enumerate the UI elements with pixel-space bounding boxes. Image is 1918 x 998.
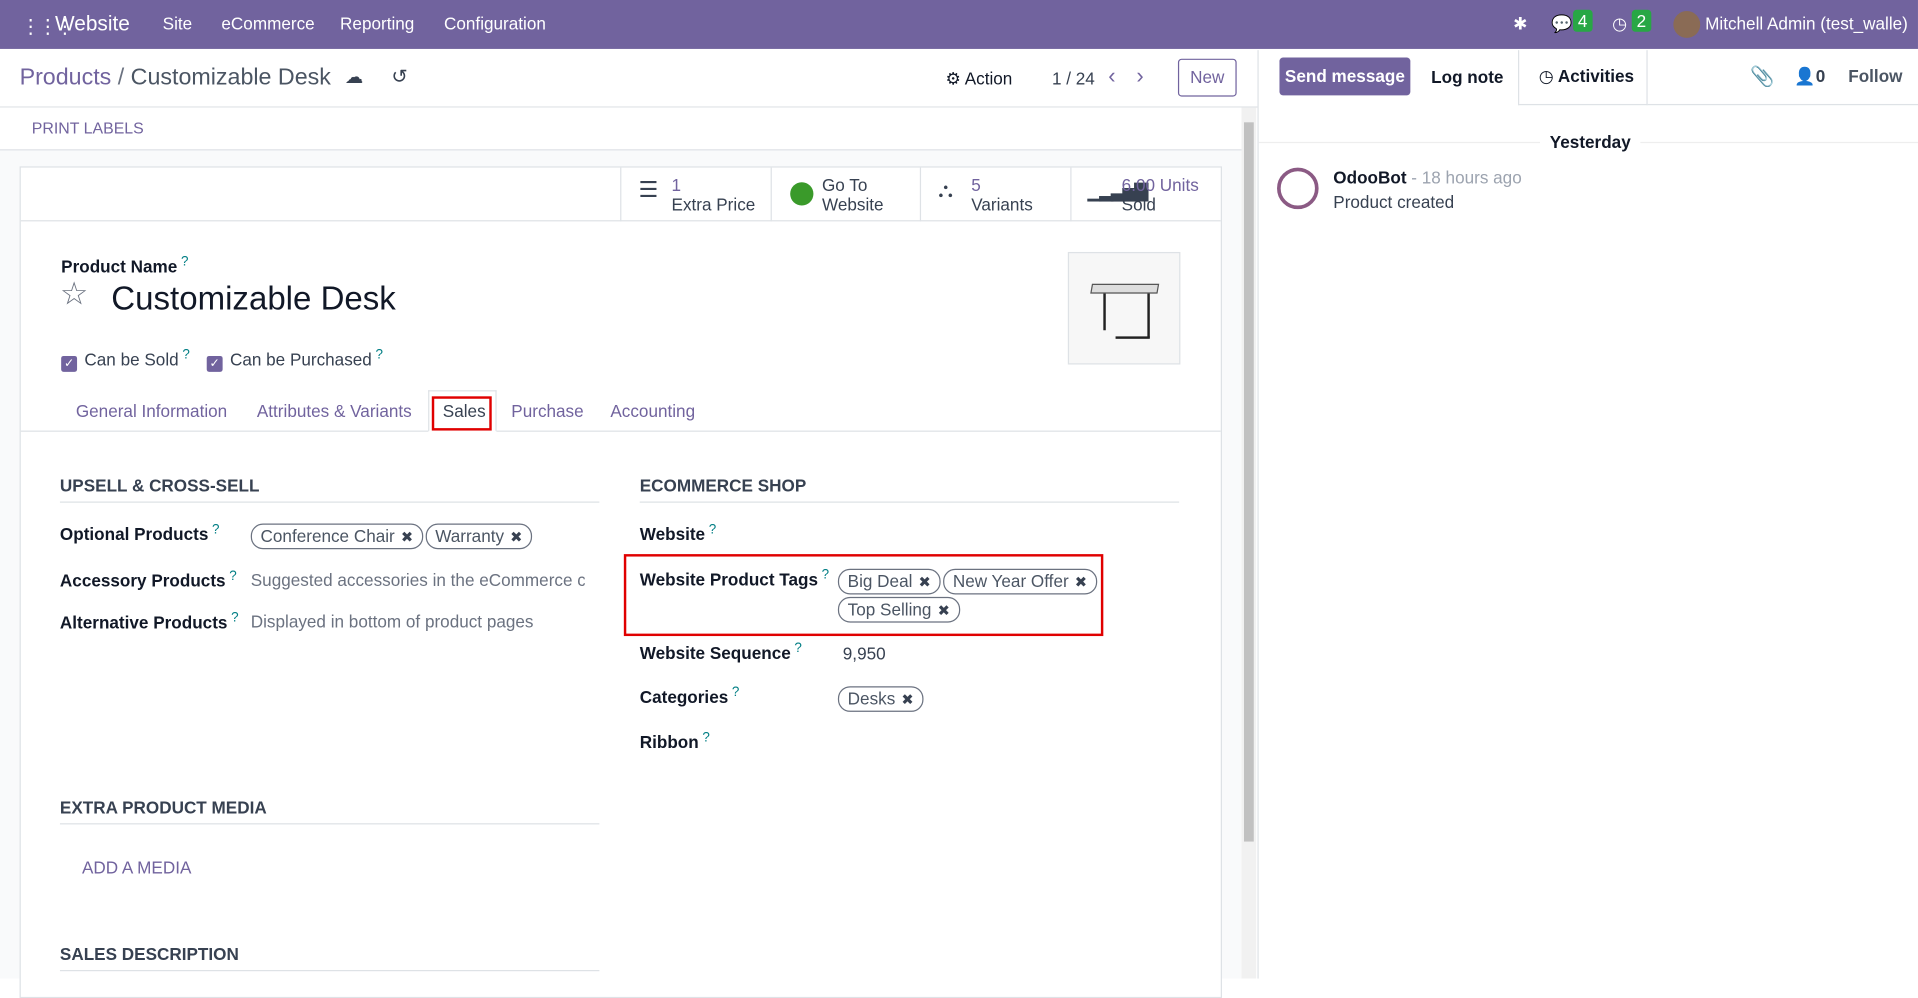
website-label: Website: [639, 524, 706, 544]
action-menu[interactable]: ⚙ Action: [946, 68, 1013, 89]
sold-label: Sold: [1121, 194, 1156, 215]
tag-desks: Desks ✖: [837, 686, 924, 712]
website-select[interactable]: [838, 520, 1174, 547]
add-media-button[interactable]: ADD A MEDIA: [82, 857, 191, 877]
top-navbar: ⋮⋮⋮ Website Site eCommerce Reporting Con…: [0, 0, 1918, 49]
pager-value[interactable]: 1 / 24: [1052, 68, 1095, 88]
go-to-website-button[interactable]: Go To Website: [770, 167, 921, 222]
accessory-products-label: Accessory Products: [59, 570, 226, 591]
sales-description-heading: SALES DESCRIPTION: [59, 944, 600, 972]
can-be-sold-checkbox[interactable]: ✓: [61, 355, 78, 372]
tab-accounting[interactable]: Accounting: [610, 401, 695, 421]
activities-badge: 2: [1631, 9, 1652, 32]
sold-value: 6.00 Units: [1121, 174, 1199, 195]
product-image[interactable]: [1067, 251, 1181, 365]
follow-button[interactable]: Follow: [1848, 66, 1902, 86]
tab-attributes-variants[interactable]: Attributes & Variants: [257, 401, 412, 421]
extra-price-label: Extra Price: [671, 194, 756, 215]
sales-tab-highlight: [431, 396, 492, 431]
paperclip-icon[interactable]: 📎: [1750, 65, 1774, 89]
scrollbar[interactable]: [1241, 107, 1257, 979]
menu-ecommerce[interactable]: eCommerce: [221, 13, 314, 33]
control-panel: Products / Customizable Desk ☁ ↺ ⚙ Actio…: [0, 50, 1258, 108]
variants-count: 5: [971, 174, 981, 195]
list-icon: ☰: [638, 177, 659, 202]
save-cloud-icon[interactable]: ☁: [345, 66, 363, 88]
remove-tag-icon[interactable]: ✖: [510, 528, 522, 545]
alternative-products-label: Alternative Products: [59, 612, 228, 632]
product-name-input[interactable]: Customizable Desk: [111, 280, 396, 318]
tab-purchase[interactable]: Purchase: [511, 401, 583, 421]
user-avatar[interactable]: [1673, 11, 1701, 38]
sitemap-icon: ⛬: [938, 178, 953, 202]
messages-icon[interactable]: 💬: [1551, 13, 1572, 34]
extra-price-button[interactable]: ☰ 1 Extra Price: [620, 167, 770, 222]
favorite-star-icon[interactable]: ☆: [60, 275, 89, 313]
followers-count: 0: [1815, 66, 1826, 86]
ecommerce-heading: ECOMMERCE SHOP: [639, 476, 1180, 503]
user-menu[interactable]: Mitchell Admin (test_walle): [1705, 13, 1908, 33]
activities-label: Activities: [1557, 66, 1635, 86]
debug-bug-icon[interactable]: ✱: [1513, 13, 1527, 34]
can-be-purchased-checkbox[interactable]: ✓: [206, 355, 223, 372]
followers-button[interactable]: 👤0: [1794, 66, 1825, 87]
pager-prev-icon[interactable]: ‹: [1108, 64, 1115, 90]
activities-button[interactable]: ◷ Activities: [1517, 50, 1648, 106]
tag-conference-chair: Conference Chair ✖: [250, 523, 423, 550]
tags-highlight-box: [623, 554, 1104, 637]
menu-configuration[interactable]: Configuration: [444, 13, 546, 33]
chatter: Send message Log note ◷ Activities 📎 👤0 …: [1257, 50, 1918, 979]
product-name-label: Product Name: [61, 256, 178, 277]
remove-tag-icon[interactable]: ✖: [901, 691, 913, 708]
variants-label: Variants: [971, 194, 1033, 215]
sold-button[interactable]: ▁▂▃▅▇ 6.00 Units Sold: [1070, 167, 1220, 222]
log-note-button[interactable]: Log note: [1431, 67, 1503, 87]
ribbon-label: Ribbon: [639, 732, 699, 752]
can-be-sold-label: Can be Sold: [84, 349, 179, 369]
website-sequence-input[interactable]: 9,950: [843, 643, 886, 663]
website-sequence-label: Website Sequence: [639, 642, 791, 663]
breadcrumb-current: Customizable Desk: [130, 64, 331, 91]
discard-undo-icon[interactable]: ↺: [391, 65, 407, 89]
breadcrumb-separator: /: [117, 64, 125, 91]
message-author[interactable]: OdooBot: [1333, 168, 1406, 188]
odoobot-avatar: [1277, 167, 1319, 210]
categories-label: Categories: [639, 687, 729, 707]
accessory-products-input[interactable]: Suggested accessories in the eCommerce c…: [251, 570, 585, 590]
alternative-products-input[interactable]: Displayed in bottom of product pages: [251, 612, 534, 632]
remove-tag-icon[interactable]: ✖: [401, 528, 413, 545]
activities-clock-icon[interactable]: ◷: [1612, 13, 1627, 34]
pager-next-icon[interactable]: ›: [1136, 64, 1143, 90]
extra-price-value: 1: [671, 174, 682, 195]
menu-site[interactable]: Site: [163, 13, 193, 33]
app-name[interactable]: Website: [55, 12, 130, 36]
categories-field[interactable]: Desks ✖: [837, 686, 926, 712]
extra-media-heading: EXTRA PRODUCT MEDIA: [59, 798, 600, 825]
tab-general-information[interactable]: General Information: [76, 401, 227, 421]
can-be-purchased-label: Can be Purchased: [229, 349, 372, 369]
new-button[interactable]: New: [1177, 58, 1237, 97]
action-label: Action: [964, 68, 1013, 89]
message-body: Product created: [1333, 192, 1455, 212]
optional-products-label: Optional Products: [59, 524, 209, 544]
tag-warranty: Warranty ✖: [425, 523, 533, 550]
globe-icon: [790, 182, 814, 206]
messages-badge: 4: [1573, 9, 1593, 32]
date-separator: Yesterday: [1540, 132, 1641, 152]
variants-button[interactable]: ⛬ 5 Variants: [919, 167, 1070, 222]
menu-reporting[interactable]: Reporting: [340, 13, 414, 33]
optional-products-field[interactable]: Conference Chair ✖ Warranty ✖: [250, 523, 535, 550]
website-label: Website: [821, 194, 884, 215]
upsell-heading: UPSELL & CROSS-SELL: [59, 476, 600, 503]
print-labels-button[interactable]: PRINT LABELS: [32, 119, 144, 137]
message-time: - 18 hours ago: [1411, 167, 1522, 188]
go-to-label: Go To: [821, 174, 868, 195]
breadcrumb-products[interactable]: Products: [20, 65, 112, 91]
send-message-button[interactable]: Send message: [1279, 57, 1411, 96]
